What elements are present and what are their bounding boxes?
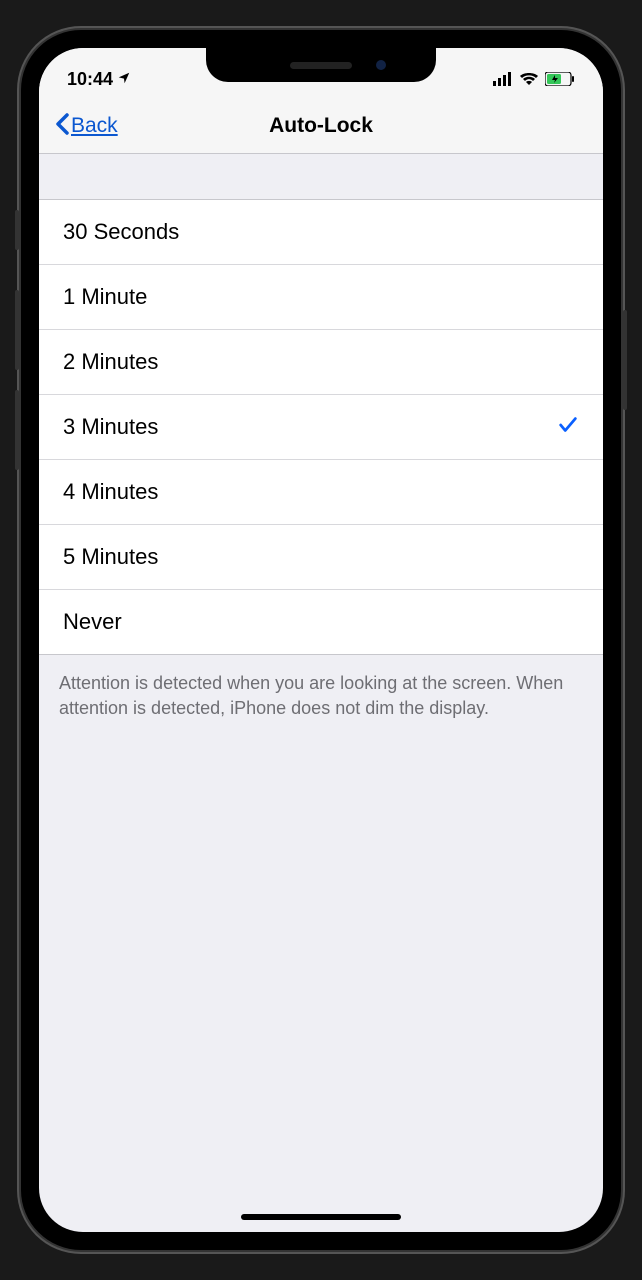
- option-1-minute[interactable]: 1 Minute: [39, 265, 603, 330]
- option-3-minutes[interactable]: 3 Minutes: [39, 395, 603, 460]
- wifi-icon: [519, 72, 539, 86]
- option-label: 30 Seconds: [63, 219, 179, 245]
- status-time: 10:44: [67, 69, 113, 90]
- option-label: 3 Minutes: [63, 414, 158, 440]
- checkmark-icon: [557, 412, 579, 443]
- option-2-minutes[interactable]: 2 Minutes: [39, 330, 603, 395]
- back-button[interactable]: Back: [55, 110, 118, 142]
- nav-bar: Back Auto-Lock: [39, 98, 603, 154]
- back-label: Back: [71, 114, 118, 138]
- options-list: 30 Seconds 1 Minute 2 Minutes 3 Minutes …: [39, 200, 603, 655]
- device-frame: 10:44 Ba: [21, 30, 621, 1250]
- screen: 10:44 Ba: [39, 48, 603, 1232]
- option-label: Never: [63, 609, 122, 635]
- option-30-seconds[interactable]: 30 Seconds: [39, 200, 603, 265]
- option-label: 2 Minutes: [63, 349, 158, 375]
- option-label: 5 Minutes: [63, 544, 158, 570]
- location-icon: [117, 71, 131, 88]
- chevron-left-icon: [55, 110, 69, 142]
- notch: [206, 48, 436, 82]
- footer-description: Attention is detected when you are looki…: [39, 655, 603, 737]
- battery-icon: [545, 72, 575, 86]
- option-5-minutes[interactable]: 5 Minutes: [39, 525, 603, 590]
- option-never[interactable]: Never: [39, 590, 603, 655]
- section-spacer: [39, 154, 603, 200]
- option-label: 1 Minute: [63, 284, 147, 310]
- option-4-minutes[interactable]: 4 Minutes: [39, 460, 603, 525]
- home-indicator[interactable]: [241, 1214, 401, 1220]
- cellular-signal-icon: [493, 72, 513, 86]
- page-title: Auto-Lock: [269, 114, 373, 138]
- option-label: 4 Minutes: [63, 479, 158, 505]
